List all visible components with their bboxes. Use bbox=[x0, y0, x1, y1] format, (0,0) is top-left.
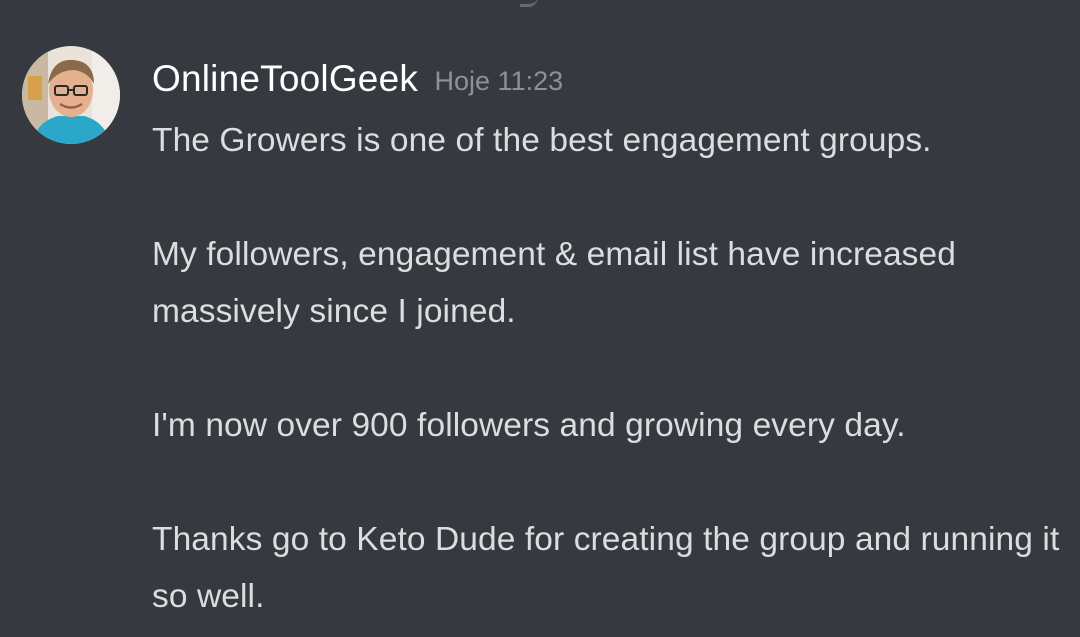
username[interactable]: OnlineToolGeek bbox=[152, 58, 418, 99]
message-content: The Growers is one of the best engagemen… bbox=[152, 112, 1072, 625]
chat-message: OnlineToolGeek Hoje 11:23 The Growers is… bbox=[0, 0, 1080, 637]
avatar[interactable] bbox=[22, 46, 120, 144]
user-avatar-icon bbox=[22, 46, 120, 144]
timestamp: Hoje 11:23 bbox=[434, 66, 564, 96]
message-paragraph: The Growers is one of the best engagemen… bbox=[152, 122, 932, 159]
message-paragraph: My followers, engagement & email list ha… bbox=[152, 236, 956, 330]
message-paragraph: Thanks go to Keto Dude for creating the … bbox=[152, 521, 1060, 615]
message-paragraph: I'm now over 900 followers and growing e… bbox=[152, 407, 906, 444]
chat-view: OnlineToolGeek Hoje 11:23 The Growers is… bbox=[0, 0, 1080, 637]
message-header: OnlineToolGeek Hoje 11:23 bbox=[152, 55, 563, 105]
